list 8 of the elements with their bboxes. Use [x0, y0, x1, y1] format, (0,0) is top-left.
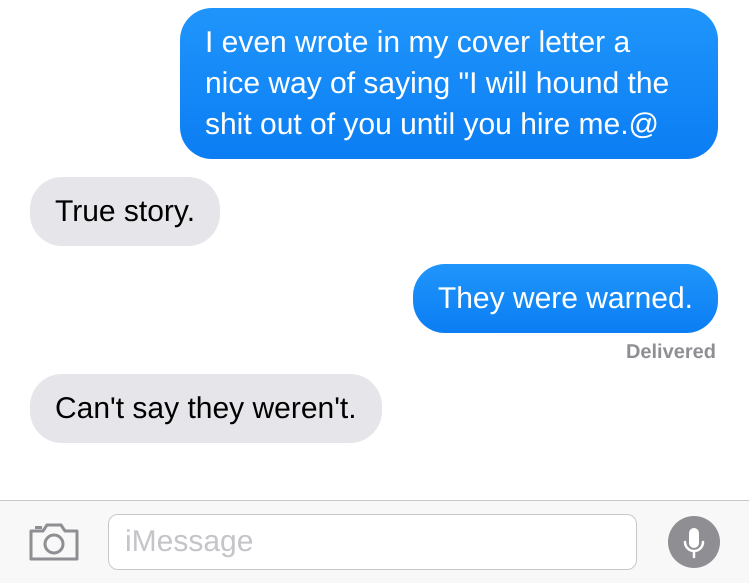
received-message-bubble: True story. [30, 177, 220, 246]
sent-message-bubble: They were warned. [412, 264, 718, 333]
received-message-bubble: Can't say they weren't. [30, 374, 382, 443]
delivery-status: Delivered [626, 341, 716, 364]
sent-message-bubble: I even wrote in my cover letter a nice way of saying "I will hound the shit out of you until you hire me.@ [180, 8, 718, 159]
microphone-icon[interactable] [668, 516, 720, 568]
message-input-field[interactable]: iMessage [108, 514, 637, 570]
camera-icon[interactable] [28, 523, 80, 561]
